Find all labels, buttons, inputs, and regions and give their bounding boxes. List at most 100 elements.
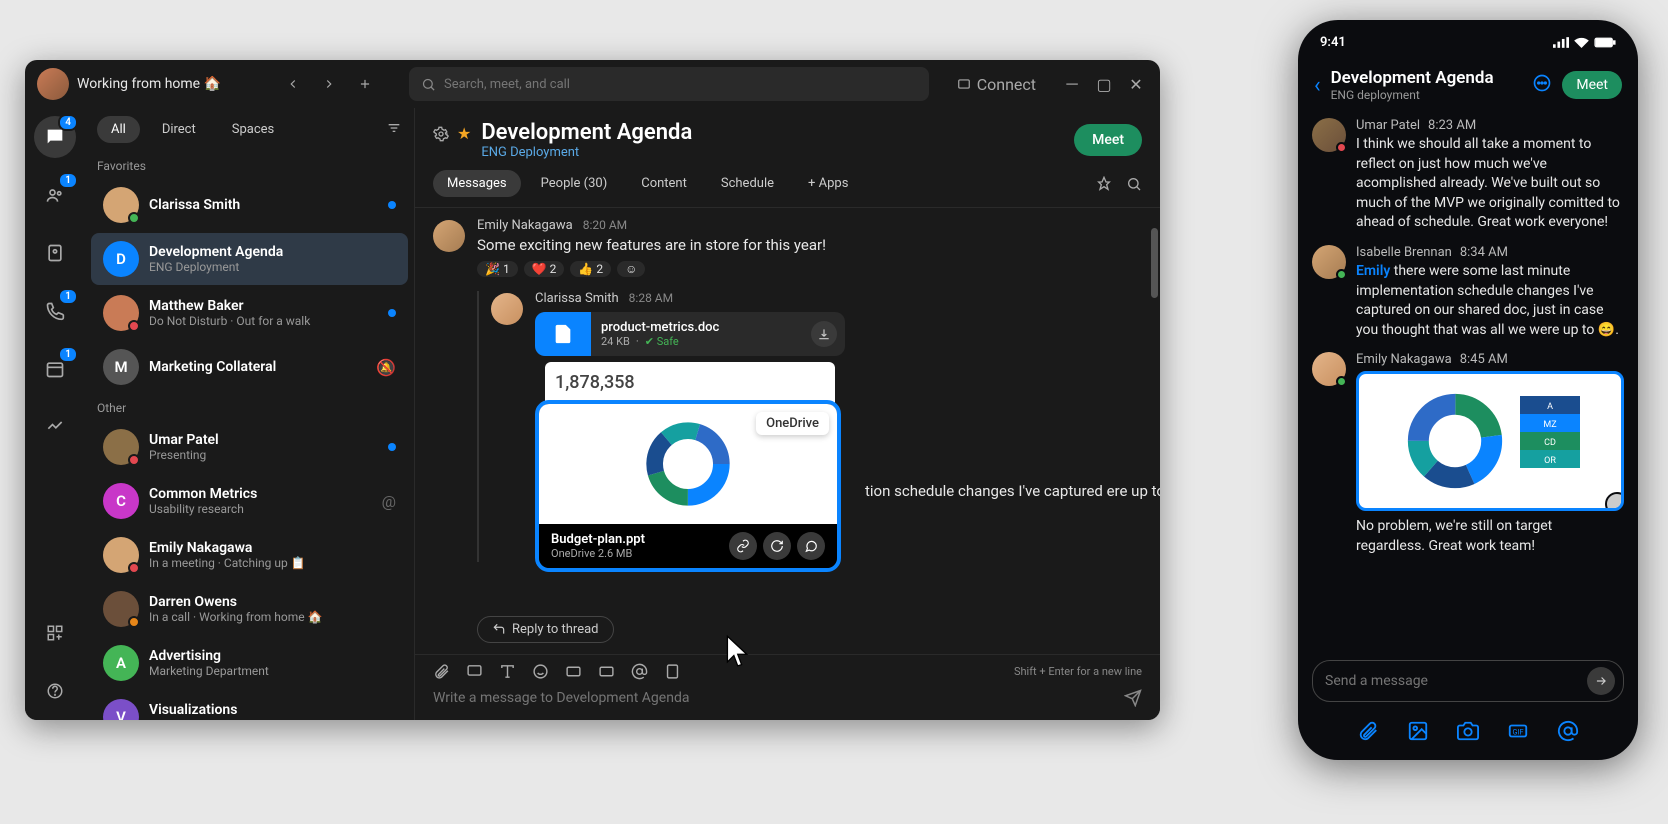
forward-button[interactable]: [313, 68, 345, 100]
reaction[interactable]: 👍2: [570, 261, 611, 277]
pin-icon[interactable]: [1096, 176, 1112, 192]
file-preview[interactable]: 1,878,358 OneDrive: [535, 362, 845, 562]
new-button[interactable]: [349, 68, 381, 100]
mention[interactable]: Emily: [1356, 263, 1390, 279]
scrollbar[interactable]: [1151, 228, 1158, 298]
conversation-item[interactable]: A AdvertisingMarketing Department: [91, 637, 408, 689]
avatar[interactable]: [1312, 118, 1346, 152]
message-author: Emily Nakagawa: [477, 218, 573, 233]
avatar[interactable]: [433, 220, 465, 252]
back-button[interactable]: [277, 68, 309, 100]
tab-spaces[interactable]: Spaces: [218, 116, 289, 143]
resize-handle[interactable]: [1605, 492, 1624, 511]
messages-scroll[interactable]: Emily Nakagawa 8:20 AM Some exciting new…: [415, 208, 1160, 654]
avatar[interactable]: [491, 293, 523, 325]
space-avatar: M: [103, 349, 139, 385]
presence-text[interactable]: Working from home 🏠: [77, 76, 221, 92]
mobile-meet-button[interactable]: Meet: [1562, 71, 1622, 99]
more-button[interactable]: [1532, 73, 1552, 97]
rail-calls[interactable]: 1: [34, 290, 76, 332]
tab-content[interactable]: Content: [627, 170, 701, 197]
search-icon: [421, 77, 436, 92]
status-icons: [1553, 37, 1616, 48]
mobile-messages[interactable]: Umar Patel8:23 AM I think we should all …: [1298, 112, 1638, 652]
mobile-send-button[interactable]: [1587, 667, 1615, 695]
mention-icon[interactable]: [1557, 720, 1579, 742]
rail-contacts[interactable]: [34, 232, 76, 274]
search-input[interactable]: [444, 77, 917, 92]
gear-icon[interactable]: [433, 126, 449, 142]
tab-all[interactable]: All: [97, 116, 140, 143]
tab-messages[interactable]: Messages: [433, 170, 521, 197]
connect-button[interactable]: Connect: [957, 75, 1036, 94]
avatar[interactable]: [1312, 245, 1346, 279]
rail-calendar[interactable]: 1: [34, 348, 76, 390]
composer-input[interactable]: [433, 684, 1114, 712]
item-title: Common Metrics: [149, 486, 372, 502]
share-filename: Budget-plan.ppt: [551, 532, 721, 547]
send-icon[interactable]: [1124, 689, 1142, 707]
camera-icon[interactable]: [1457, 720, 1479, 742]
item-subtitle: In a call · Working from home 🏠: [149, 610, 396, 624]
share-card[interactable]: OneDrive: [535, 400, 841, 572]
tab-direct[interactable]: Direct: [148, 116, 210, 143]
main-panel: ★ Development Agenda ENG Deployment Meet…: [415, 108, 1160, 720]
mobile-attachment[interactable]: A MZ CD OR: [1356, 371, 1624, 511]
share-link-button[interactable]: [729, 532, 757, 560]
conversation-item[interactable]: V VisualizationsENG Deployment: [91, 691, 408, 720]
markdown-icon[interactable]: [598, 663, 615, 680]
close-button[interactable]: ✕: [1124, 72, 1148, 96]
person-icon[interactable]: [664, 663, 681, 680]
search-space-icon[interactable]: [1126, 176, 1142, 192]
rail-apps[interactable]: [34, 612, 76, 654]
conversation-item[interactable]: C Common MetricsUsability research @: [91, 475, 408, 527]
conversation-item[interactable]: Emily NakagawaIn a meeting · Catching up…: [91, 529, 408, 581]
mention-icon[interactable]: [631, 663, 648, 680]
meet-button[interactable]: Meet: [1074, 124, 1142, 156]
user-avatar[interactable]: [37, 68, 69, 100]
search-bar[interactable]: [409, 67, 929, 101]
tab-apps[interactable]: + Apps: [794, 170, 862, 197]
filter-button[interactable]: [386, 120, 402, 140]
rail-teams[interactable]: 1: [34, 174, 76, 216]
conversation-item[interactable]: Darren OwensIn a call · Working from hom…: [91, 583, 408, 635]
conversation-item[interactable]: Clarissa Smith: [91, 179, 408, 231]
mute-icon: 🔕: [376, 358, 396, 377]
screen-icon[interactable]: [466, 663, 483, 680]
maximize-button[interactable]: ▢: [1092, 72, 1116, 96]
format-icon[interactable]: [499, 663, 516, 680]
conversation-list[interactable]: Clarissa Smith D Development AgendaENG D…: [85, 177, 414, 720]
share-comment-button[interactable]: [797, 532, 825, 560]
attach-icon[interactable]: [1357, 720, 1379, 742]
file-attachment[interactable]: product-metrics.doc 24 KB·✔ Safe: [535, 312, 845, 356]
back-button[interactable]: ‹: [1314, 73, 1321, 98]
avatar[interactable]: [1312, 352, 1346, 386]
gif-icon[interactable]: [565, 663, 582, 680]
add-reaction[interactable]: ☺: [617, 261, 645, 277]
star-icon[interactable]: ★: [457, 124, 471, 143]
tab-people[interactable]: People (30): [527, 170, 622, 197]
emoji-icon[interactable]: [532, 663, 549, 680]
space-subtitle[interactable]: ENG Deployment: [481, 145, 692, 160]
reply-to-thread[interactable]: Reply to thread: [477, 616, 614, 643]
rail-chat[interactable]: 4: [34, 116, 76, 158]
file-type-icon: [535, 312, 591, 356]
tab-schedule[interactable]: Schedule: [707, 170, 788, 197]
conversation-item[interactable]: D Development AgendaENG Deployment: [91, 233, 408, 285]
share-refresh-button[interactable]: [763, 532, 791, 560]
mobile-compose-input[interactable]: [1321, 669, 1579, 693]
reaction[interactable]: ❤️2: [524, 261, 565, 277]
attach-icon[interactable]: [433, 663, 450, 680]
conversation-item[interactable]: Umar PatelPresenting: [91, 421, 408, 473]
conversation-item[interactable]: M Marketing Collateral 🔕: [91, 341, 408, 393]
gif-icon[interactable]: GIF: [1507, 720, 1529, 742]
download-button[interactable]: [803, 312, 845, 356]
message-time: 8:28 AM: [629, 291, 673, 305]
rail-activity[interactable]: [34, 406, 76, 448]
image-icon[interactable]: [1407, 720, 1429, 742]
conversation-item[interactable]: Matthew BakerDo Not Disturb · Out for a …: [91, 287, 408, 339]
file-safe: ✔ Safe: [645, 335, 679, 348]
minimize-button[interactable]: ─: [1060, 72, 1084, 96]
rail-help[interactable]: [34, 670, 76, 712]
reaction[interactable]: 🎉1: [477, 261, 518, 277]
